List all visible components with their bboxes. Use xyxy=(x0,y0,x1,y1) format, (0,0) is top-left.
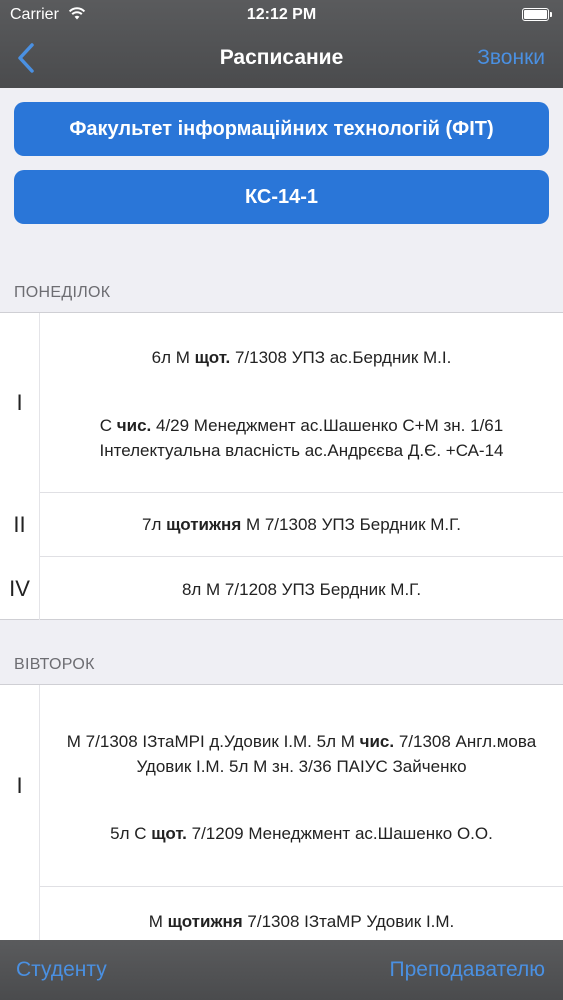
lesson-entry: 7л щотижня М 7/1308 УПЗ Бердник М.Г. xyxy=(40,512,563,537)
lesson-entry-line: С чис. 4/29 Менеджмент ас.Шашенко С+М зн… xyxy=(99,416,504,435)
lesson-entry-line: 8л М 7/1208 УПЗ Бердник М.Г. xyxy=(181,580,422,599)
day-header-tuesday: ВІВТОРОК xyxy=(14,656,95,673)
lesson-row[interactable]: II 7л щотижня М 7/1308 УПЗ Бердник М.Г. xyxy=(0,493,563,557)
lesson-entry-line: 6л М щот. 7/1308 УПЗ ас.Бердник М.І. xyxy=(151,348,452,367)
lesson-row[interactable]: I М 7/1308 ІЗтаМРІ д.Удовик І.М. 5л М чи… xyxy=(0,685,563,887)
bells-button[interactable]: Звонки xyxy=(477,46,545,70)
lesson-row[interactable]: М щотижня 7/1308 ІЗтаМР Удовик І.М. xyxy=(0,887,563,945)
navigation-bar: Расписание Звонки xyxy=(0,30,563,88)
day-header-monday: ПОНЕДІЛОК xyxy=(14,284,111,301)
battery-icon xyxy=(522,8,552,21)
lesson-number: IV xyxy=(0,557,40,620)
top-bar: Carrier 12:12 PM Расписание Звонки xyxy=(0,0,563,88)
lesson-entry: 8л М 7/1208 УПЗ Бердник М.Г. xyxy=(40,577,563,602)
day-block-monday: I 6л М щот. 7/1308 УПЗ ас.Бердник М.І. С… xyxy=(0,312,563,620)
lesson-entry: 5л С щот. 7/1209 Менеджмент ас.Шашенко О… xyxy=(40,821,563,846)
lesson-entry: С чис. 4/29 Менеджмент ас.Шашенко С+М зн… xyxy=(40,413,563,463)
lesson-number: I xyxy=(0,313,40,493)
lesson-number: II xyxy=(0,493,40,557)
lesson-entry-line: М 7/1308 ІЗтаМРІ д.Удовик І.М. 5л М чис.… xyxy=(66,732,537,751)
lesson-entry-line: Удовик І.М. 5л М зн. 3/36 ПАІУС Зайченко xyxy=(136,757,467,776)
bottom-toolbar: Студенту Преподавателю xyxy=(0,940,563,1000)
status-bar: Carrier 12:12 PM xyxy=(0,0,563,30)
lesson-entry: М 7/1308 ІЗтаМРІ д.Удовик І.М. 5л М чис.… xyxy=(40,729,563,779)
status-time: 12:12 PM xyxy=(246,6,317,23)
lesson-number xyxy=(0,887,40,945)
lesson-entry-line: 7л щотижня М 7/1308 УПЗ Бердник М.Г. xyxy=(142,515,461,534)
lesson-number: I xyxy=(0,685,40,887)
lesson-entry-line: М щотижня 7/1308 ІЗтаМР Удовик І.М. xyxy=(148,912,455,931)
lesson-entry: М щотижня 7/1308 ІЗтаМР Удовик І.М. xyxy=(40,909,563,934)
lesson-row[interactable]: IV 8л М 7/1208 УПЗ Бердник М.Г. xyxy=(0,557,563,620)
lesson-entry-line: Інтелектуальна власність ас.Андрєєва Д.Є… xyxy=(99,441,504,460)
group-select-button[interactable]: КС-14-1 xyxy=(14,170,549,224)
lesson-entry: 6л М щот. 7/1308 УПЗ ас.Бердник М.І. xyxy=(40,345,563,370)
day-block-tuesday: I М 7/1308 ІЗтаМРІ д.Удовик І.М. 5л М чи… xyxy=(0,684,563,945)
teacher-button[interactable]: Преподавателю xyxy=(390,958,545,982)
faculty-select-button[interactable]: Факультет інформаційних технологій (ФІТ) xyxy=(14,102,549,156)
lesson-entry-line: 5л С щот. 7/1209 Менеджмент ас.Шашенко О… xyxy=(110,824,493,843)
student-button[interactable]: Студенту xyxy=(16,958,107,982)
lesson-row[interactable]: I 6л М щот. 7/1308 УПЗ ас.Бердник М.І. С… xyxy=(0,313,563,493)
